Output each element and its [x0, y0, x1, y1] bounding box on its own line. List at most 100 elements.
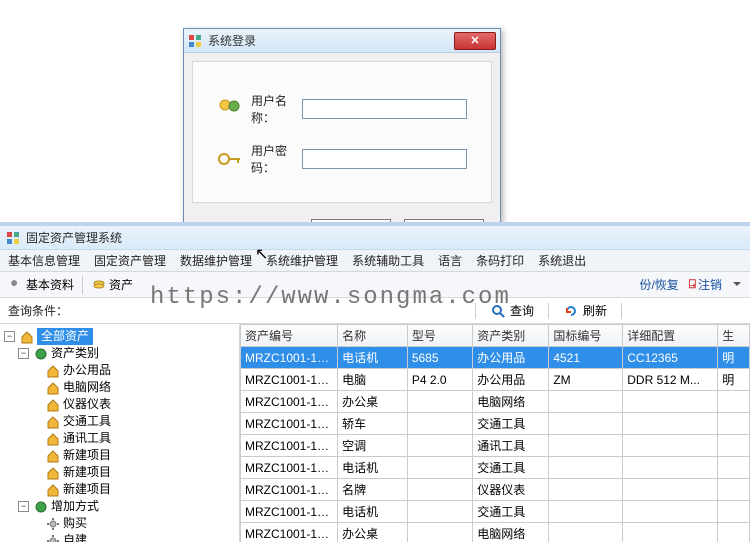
gear-icon: [45, 533, 61, 543]
table-row[interactable]: MRZC1001-1027办公桌电脑网络: [241, 391, 750, 413]
table-row[interactable]: MRZC1001-1030轿车交通工具: [241, 413, 750, 435]
main-toolbar: 基本资料 资产 份/恢复 ⍈ 注销: [0, 272, 750, 298]
col-model[interactable]: 型号: [407, 325, 472, 347]
table-row[interactable]: MRZC1001-1035办公桌电脑网络: [241, 523, 750, 543]
logout-link[interactable]: ⍈ 注销: [689, 276, 722, 293]
cell-cat: 交通工具: [473, 413, 549, 435]
tree-category-item[interactable]: 通讯工具: [32, 430, 237, 447]
house-icon: [45, 448, 61, 464]
logout-icon: ⍈: [689, 277, 696, 292]
cell-model: P4 2.0: [407, 369, 472, 391]
refresh-label: 刷新: [583, 302, 607, 319]
tree-category-group[interactable]: − 资产类别: [18, 345, 237, 362]
asset-table-wrap: 资产编号 名称 型号 资产类别 国标编号 详细配置 生 MRZC1001-101…: [240, 324, 750, 542]
cell-id: MRZC1001-1017: [241, 347, 338, 369]
cell-nat: [549, 479, 623, 501]
collapse-icon[interactable]: −: [18, 348, 29, 359]
tree-category-item[interactable]: 新建项目: [32, 447, 237, 464]
cell-id: MRZC1001-1034: [241, 501, 338, 523]
tree-root[interactable]: − 全部资产: [4, 328, 237, 345]
tree-category-item[interactable]: 办公用品: [32, 362, 237, 379]
tree-item-label: 办公用品: [63, 362, 111, 379]
refresh-button[interactable]: 刷新: [557, 302, 613, 319]
tree-category-item[interactable]: 新建项目: [32, 464, 237, 481]
house-icon: [45, 482, 61, 498]
search-label: 查询: [510, 302, 534, 319]
cell-nat: 4521: [549, 347, 623, 369]
table-row[interactable]: MRZC1001-1034电话机 交通工具: [241, 501, 750, 523]
wrench-icon: [8, 277, 24, 293]
tree-category-item[interactable]: 新建项目: [32, 481, 237, 498]
tree-addmethod-item[interactable]: 购买: [32, 515, 237, 532]
search-button[interactable]: 查询: [484, 302, 540, 319]
close-button[interactable]: ✕: [454, 32, 496, 50]
password-input[interactable]: [302, 149, 467, 169]
cell-det: [623, 413, 718, 435]
cell-id: MRZC1001-1033: [241, 479, 338, 501]
tree-root-label: 全部资产: [37, 328, 93, 345]
menu-system-maint[interactable]: 系统维护管理: [266, 252, 338, 269]
menu-fixed-asset[interactable]: 固定资产管理: [94, 252, 166, 269]
tree-category-item[interactable]: 仪器仪表: [32, 396, 237, 413]
tree-item-label: 仪器仪表: [63, 396, 111, 413]
menu-system-exit[interactable]: 系统退出: [538, 252, 586, 269]
tree-addmethod-item[interactable]: 自建: [32, 532, 237, 542]
logout-label: 注销: [698, 276, 722, 293]
table-row[interactable]: MRZC1001-1031空调通讯工具: [241, 435, 750, 457]
house-icon: [45, 380, 61, 396]
cell-model: [407, 479, 472, 501]
menu-language[interactable]: 语言: [438, 252, 462, 269]
cell-last: [718, 523, 750, 543]
cell-name: 轿车: [338, 413, 408, 435]
collapse-icon[interactable]: −: [4, 331, 15, 342]
tree-item-label: 自建: [63, 532, 87, 542]
cell-model: [407, 457, 472, 479]
table-row[interactable]: MRZC1001-1026电脑P4 2.0办公用品ZMDDR 512 M...明: [241, 369, 750, 391]
house-icon: [45, 363, 61, 379]
tree-addmethod-group[interactable]: − 增加方式: [18, 498, 237, 515]
col-name[interactable]: 名称: [338, 325, 408, 347]
cell-name: 办公桌: [338, 391, 408, 413]
cell-cat: 交通工具: [473, 501, 549, 523]
col-national-code[interactable]: 国标编号: [549, 325, 623, 347]
login-dialog: 系统登录 ✕ 用户名称： 用户密码： 确 定 退 出: [183, 28, 501, 252]
tree-category-item[interactable]: 电脑网络: [32, 379, 237, 396]
tree-category-item[interactable]: 交通工具: [32, 413, 237, 430]
collapse-icon[interactable]: −: [18, 501, 29, 512]
table-row[interactable]: MRZC1001-1032电话机交通工具: [241, 457, 750, 479]
col-detail[interactable]: 详细配置: [623, 325, 718, 347]
col-last[interactable]: 生: [718, 325, 750, 347]
cell-model: [407, 413, 472, 435]
table-row[interactable]: MRZC1001-1033名牌仪器仪表: [241, 479, 750, 501]
toolbar-asset[interactable]: 资产: [87, 275, 137, 294]
toolbar-basic-data[interactable]: 基本资料: [4, 275, 78, 294]
col-asset-id[interactable]: 资产编号: [241, 325, 338, 347]
col-category[interactable]: 资产类别: [473, 325, 549, 347]
login-titlebar[interactable]: 系统登录 ✕: [184, 29, 500, 53]
backup-restore-link[interactable]: 份/恢复: [639, 276, 678, 293]
menu-data-maint[interactable]: 数据维护管理: [180, 252, 252, 269]
cell-id: MRZC1001-1026: [241, 369, 338, 391]
main-title: 固定资产管理系统: [26, 229, 122, 246]
cell-last: [718, 501, 750, 523]
tree-item-label: 购买: [63, 515, 87, 532]
cell-name: 电话机: [338, 501, 408, 523]
close-icon: ✕: [470, 34, 479, 47]
main-titlebar[interactable]: 固定资产管理系统: [0, 226, 750, 250]
cell-det: [623, 479, 718, 501]
menu-barcode-print[interactable]: 条码打印: [476, 252, 524, 269]
username-input[interactable]: [302, 99, 467, 119]
cell-last: [718, 391, 750, 413]
cell-det: [623, 391, 718, 413]
cell-cat: 办公用品: [473, 347, 549, 369]
table-row[interactable]: MRZC1001-1017电话机5685办公用品4521CC12365明: [241, 347, 750, 369]
menu-basic-info[interactable]: 基本信息管理: [8, 252, 80, 269]
table-header-row: 资产编号 名称 型号 资产类别 国标编号 详细配置 生: [241, 325, 750, 347]
cell-model: 5685: [407, 347, 472, 369]
cell-nat: [549, 457, 623, 479]
dropdown-icon[interactable]: [732, 278, 742, 292]
tree-item-label: 新建项目: [63, 481, 111, 498]
cell-det: [623, 523, 718, 543]
cell-det: DDR 512 M...: [623, 369, 718, 391]
menu-system-tools[interactable]: 系统辅助工具: [352, 252, 424, 269]
